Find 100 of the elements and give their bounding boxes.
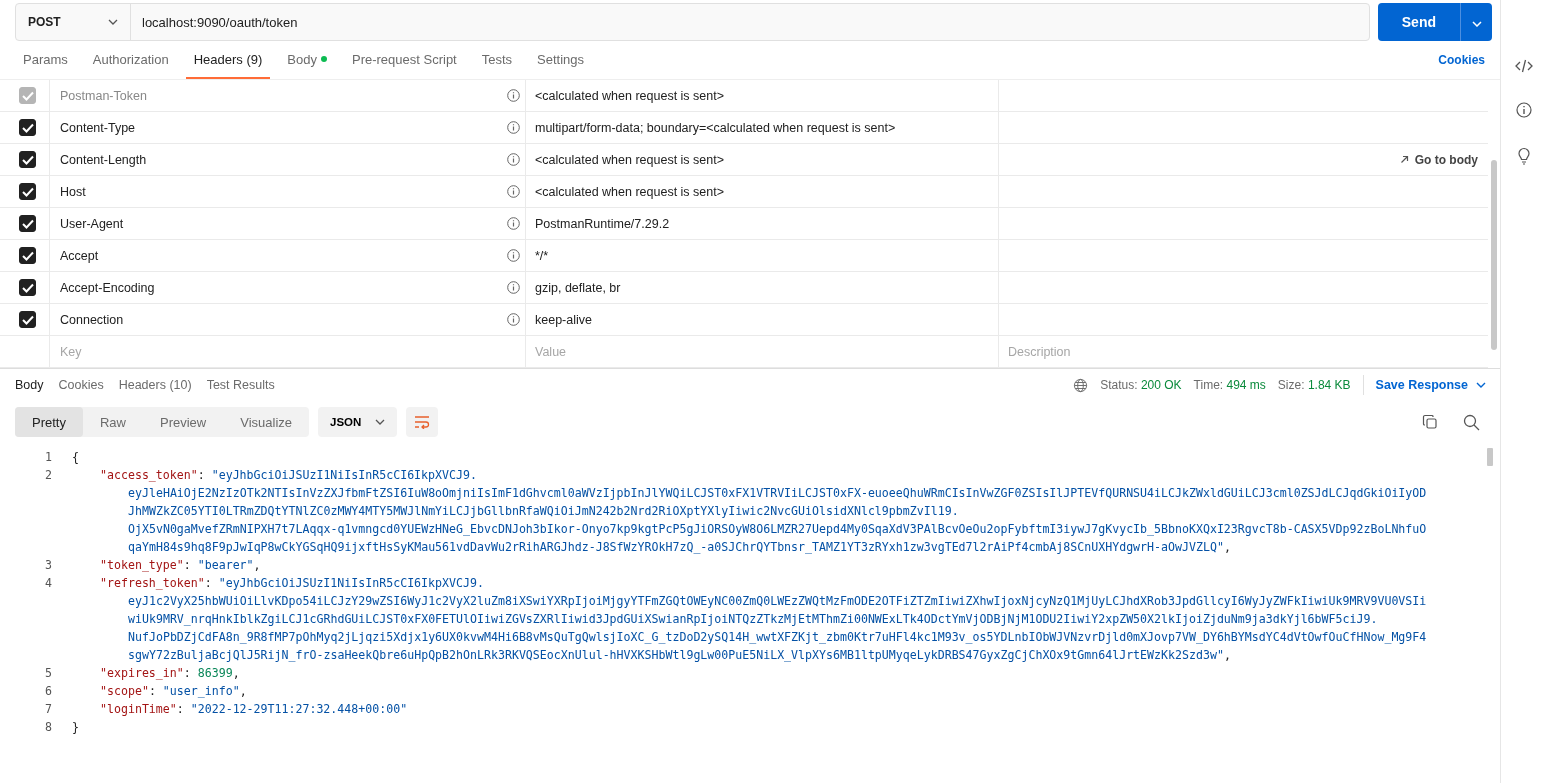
code-token: JhMWZkZC05YTI0LTRmZDQtYTNlZC0zMWY4MTY5MWJlNmYiLCJjbGllbnRfaWQiOiJmN242b2Nrd2RiOXptYXlyIiwic2NvcGUiOlsidXNlcl9pbmZvIl19. [128, 504, 959, 518]
header-value: multipart/form-data; boundary=<calculated when request is sent> [535, 120, 896, 135]
code-token: , [253, 558, 261, 572]
code-token: wiUk9MRV_nrqHnkIblkZgiLCJ1cGRhdGUiLCJST0xFX0FETUlOIiwiZGVsZXRlIiwid3JpdGUiXSwianRpIjoiNTQzZTkzMjEtMThmZi00NWExLTk4ODctYmVjODBjNjM1ODU2IiwiY2xpZW50X2lkIjoiZjduNm9ja3dkYjl6bWF5ciJ9. [128, 612, 1378, 626]
code-token: } [72, 720, 79, 734]
info-icon[interactable] [507, 89, 520, 102]
header-value: <calculated when request is sent> [535, 88, 724, 103]
header-key: Content-Type [60, 120, 136, 135]
time-text: Time: 494 ms [1193, 378, 1266, 392]
code-token: "token_type" [100, 558, 184, 572]
go-to-body-link[interactable]: Go to body [1399, 152, 1478, 167]
info-icon[interactable] [507, 153, 520, 166]
code-token: : [204, 576, 213, 590]
view-mode-tab[interactable]: Raw [82, 407, 143, 437]
cookies-link[interactable]: Cookies [1438, 41, 1485, 79]
chevron-icon [1476, 382, 1486, 388]
code-token: OjX5vN0gaMvefZRmNIPXH7t7LAqqx-q1vmngcd0YUEWzHNeG_EbvcDNJoh3bIkor-Onyo7kp9kgtPcP5gJiORSOyW8O6LMZR27Uepd4My0SqaXdV3PAlBcvOeOu2opFybftmI3iywJ7gKvycIb_5BbnoKXQxI23RgvcT8b-CASX5VDp92zBoLNhfuO [128, 522, 1427, 536]
send-options-button[interactable] [1460, 3, 1492, 41]
copy-icon[interactable] [1422, 414, 1438, 430]
response-tab[interactable]: Headers (10) [118, 369, 192, 401]
header-value: <calculated when request is sent> [535, 152, 724, 167]
code-token: "eyJhbGciOiJSUzI1NiIsInR5cCI6IkpXVCJ9. [211, 468, 477, 482]
header-key: Connection [60, 312, 124, 327]
code-token: "scope" [100, 684, 149, 698]
code-token: "eyJhbGciOiJSUzI1NiIsInR5cCI6IkpXVCJ9. [218, 576, 484, 590]
code-token: , [1223, 540, 1231, 554]
header-value: gzip, deflate, br [535, 280, 621, 295]
wrap-lines-icon [414, 415, 431, 429]
code-token: : [197, 468, 206, 482]
header-key: User-Agent [60, 216, 124, 231]
checkbox[interactable] [19, 279, 36, 296]
arrow-icon [1399, 155, 1409, 164]
search-icon[interactable] [1463, 413, 1480, 431]
response-tab[interactable]: Cookies [58, 369, 104, 401]
line-number: 5 [44, 666, 53, 680]
header-key: Content-Length [60, 152, 147, 167]
code-token: eyJleHAiOjE2NzIzOTk2NTIsInVzZXJfbmFtZSI6IuW8oOmjniIsImF1dGhvcml0aWVzIjpbInJlYWQiLCJST0xFX1VTRVIiLCJST0xFX-euoeeQhuWRmCIsInVwZGF0ZSIsIlJPTEVfQURNSU4iLCJkZWxldGUiLCJ3cml0ZSJdLCJqdGkiOiIyOD [128, 486, 1427, 500]
scrollbar[interactable] [1491, 160, 1497, 350]
view-mode-tab[interactable]: Visualize [223, 407, 310, 437]
info-icon[interactable] [507, 185, 520, 198]
code-token: NufJoPbDZjCdFA8n_9R8fMP7pOhMyq2jLjqzi5Xdjx1y6UX0kvwM4Hi6B8vMsQuTgQwlsjIoXC_G_tzDoD2ySQ14H_wwtXFZKjt_zbm0Ktr7uHFl4kc1M93v_os5YDLnbIObWJVNzvrDjld0mXJovp7VW_DY6hBYMsdYC4dVtOwfOuCfHNow_Mg9F4 [128, 630, 1427, 644]
checkbox[interactable] [19, 215, 36, 232]
code-token: : [148, 684, 157, 698]
line-number: 6 [44, 684, 53, 698]
info-icon[interactable] [507, 281, 520, 294]
view-mode-tab[interactable]: Preview [143, 407, 224, 437]
code-token: { [72, 450, 79, 464]
code-token: "access_token" [100, 468, 198, 482]
format-select[interactable]: JSON [318, 407, 398, 437]
scrollbar[interactable] [1487, 448, 1493, 466]
size-text: Size: 1.84 KB [1277, 378, 1351, 392]
header-value: PostmanRuntime/7.29.2 [535, 216, 670, 231]
wrap-lines-button[interactable] [406, 407, 439, 437]
chevron-icon [375, 419, 386, 425]
checkbox[interactable] [19, 119, 36, 136]
line-number: 7 [44, 702, 53, 716]
request-tab[interactable]: Settings [529, 41, 593, 79]
response-tab[interactable]: Test Results [206, 369, 275, 401]
code-token: , [239, 684, 247, 698]
send-button[interactable]: Send [1377, 3, 1460, 41]
info-icon[interactable] [507, 121, 520, 134]
request-tab[interactable]: Tests [473, 41, 521, 79]
request-tab[interactable]: Headers (9) [185, 41, 271, 79]
checkbox[interactable] [19, 151, 36, 168]
header-key: Postman-Token [60, 88, 147, 103]
globe-icon[interactable] [1073, 377, 1089, 393]
view-mode-tab[interactable]: Pretty [15, 407, 83, 437]
lightbulb-icon[interactable] [1516, 147, 1532, 165]
checkbox[interactable] [19, 311, 36, 328]
code-token: "refresh_token" [100, 576, 205, 590]
line-number: 1 [44, 450, 53, 464]
code-token: : [183, 666, 192, 680]
request-tab[interactable]: Pre-request Script [343, 41, 465, 79]
code-token: qaYmH84s9hq8F9pJwIqP8wCkYGSqHQ9ijxftHsSyKMau561vdDavWu2rRihARGJhdz-J8SfWzYROkH7zQ_-a0SJChrQYTbnsr_TAMZ1YT3zRYxh1zw3vgTEd7l2rAiPf4cmbAj8SCnUXHYdgwrH-aOwJVZLQ" [128, 540, 1224, 554]
info-icon[interactable] [507, 217, 520, 230]
code-token: sgwY72zBuljaBcjQlJ5RijN_frO-zsaHeekQbre6uHpQpB2hOnLRk3RKVQSEocXnUlul-hHVXKSHbWtl9gLw00PuE5NiLX_VlpXYs6MB1ltpUMyqeLykDRBS47GyxZgCjChXOx9tGmn64lJrtEWzKk2Szd3w" [128, 648, 1224, 662]
header-key: Host [60, 184, 86, 199]
info-icon[interactable] [507, 313, 520, 326]
chevron-icon [1471, 20, 1482, 27]
line-number: 2 [44, 468, 53, 482]
response-tab[interactable]: Body [15, 369, 44, 401]
request-tab[interactable]: Authorization [84, 41, 177, 79]
save-response-button[interactable]: Save Response [1375, 378, 1486, 392]
code-token: "2022-12-29T11:27:32.448+00:00" [190, 702, 408, 716]
info-icon[interactable] [1516, 102, 1532, 118]
code-token: "bearer" [197, 558, 254, 572]
header-key: Accept-Encoding [60, 280, 155, 295]
checkbox[interactable] [19, 247, 36, 264]
line-number: 4 [44, 576, 53, 590]
code-token: eyJ1c2VyX25hbWUiOiLlvKDpo54iLCJzY29wZSI6WyJ1c2VyX2luZm8iXSwiYXRpIjoiMjgyYTFmZGQtOWEyNC00ZmQ0LWEzZWQtMzFmODE2OTFiZTZmIiwiZXhwIjoxNjcyNzQ1MjUyLCJhdXRob3JpdGllcyI6WyJyZWFkIiwiUk9MRV9VU0VSIi [128, 594, 1427, 608]
checkbox[interactable] [19, 183, 36, 200]
request-tab[interactable]: Params [23, 41, 76, 79]
request-tab[interactable]: Body [279, 41, 335, 79]
code-token: "expires_in" [100, 666, 184, 680]
info-icon[interactable] [507, 249, 520, 262]
header-value: */* [535, 248, 549, 263]
code-token: , [1223, 648, 1231, 662]
line-number: 8 [44, 720, 53, 734]
status-text: Status: 200 OK [1100, 378, 1182, 392]
code-icon[interactable] [1515, 59, 1533, 73]
